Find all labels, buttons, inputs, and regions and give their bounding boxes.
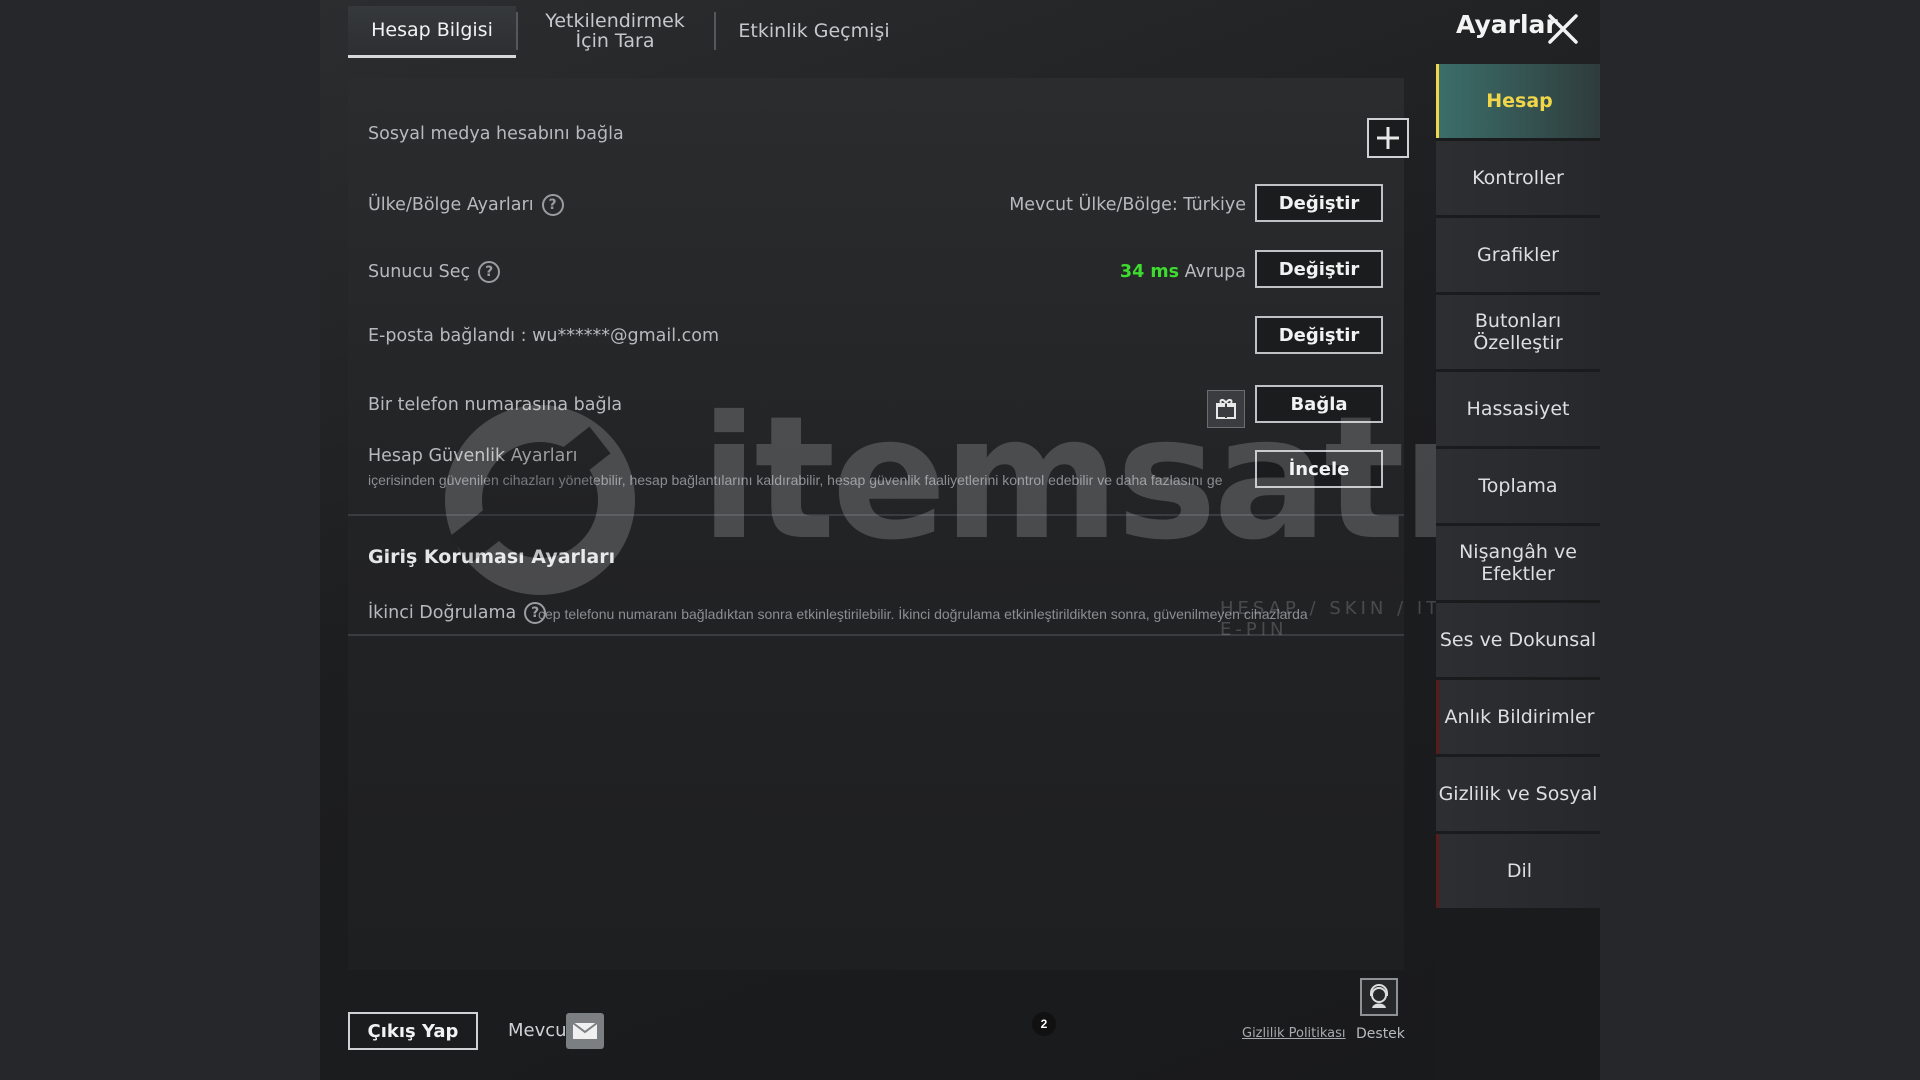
tab-scan-authorize[interactable]: Yetkilendirmek İçin Tara: [516, 6, 714, 58]
gift-icon[interactable]: [1207, 390, 1245, 428]
section-divider: [348, 634, 1404, 636]
nav-item-sensitivity[interactable]: Hassasiyet: [1436, 372, 1600, 446]
nav-item-controls[interactable]: Kontroller: [1436, 141, 1600, 215]
support-icon[interactable]: [1360, 978, 1398, 1016]
second-verify-row: İkinci Doğrulama?: [368, 602, 547, 624]
nav-item-audio-haptics[interactable]: Ses ve Dokunsal: [1436, 603, 1600, 677]
right-backdrop: [1600, 0, 1920, 1080]
second-verify-desc: cep telefonu numaranı bağladıktan sonra …: [538, 606, 1308, 622]
region-settings-row: Ülke/Bölge Ayarları?: [368, 194, 564, 216]
nav-item-privacy-social[interactable]: Gizlilik ve Sosyal: [1436, 757, 1600, 831]
nav-item-pickup[interactable]: Toplama: [1436, 449, 1600, 523]
settings-nav: Hesap Kontroller Grafikler Butonları Öze…: [1436, 64, 1600, 1080]
tab-account-info[interactable]: Hesap Bilgisi: [348, 6, 516, 58]
second-verify-label: İkinci Doğrulama: [368, 603, 517, 623]
security-settings-desc: içerisinden güvenilen cihazları yönetebi…: [368, 472, 1223, 488]
tab-divider: [516, 12, 518, 50]
review-security-button[interactable]: İncele: [1255, 450, 1383, 488]
help-icon[interactable]: ?: [478, 261, 501, 283]
close-icon[interactable]: [1546, 12, 1580, 46]
server-status: 34 ms Avrupa: [1120, 262, 1246, 282]
nav-item-notifications[interactable]: Anlık Bildirimler: [1436, 680, 1600, 754]
nav-item-customize-buttons[interactable]: Butonları Özelleştir: [1436, 295, 1600, 369]
logout-button[interactable]: Çıkış Yap: [348, 1012, 478, 1050]
help-icon[interactable]: ?: [541, 194, 564, 216]
nav-item-account[interactable]: Hesap: [1436, 64, 1600, 138]
mevcut-label: Mevcut: [508, 1020, 574, 1041]
server-region: Avrupa: [1184, 262, 1246, 282]
phone-bind-label: Bir telefon numarasına bağla: [368, 395, 623, 415]
change-server-button[interactable]: Değiştir: [1255, 250, 1383, 288]
account-panel: Sosyal medya hesabını bağla Ülke/Bölge A…: [348, 78, 1409, 970]
server-label: Sunucu Seç: [368, 262, 471, 282]
left-backdrop: [0, 0, 320, 1080]
social-link-label: Sosyal medya hesabını bağla: [368, 124, 624, 144]
security-settings-label: Hesap Güvenlik Ayarları: [368, 446, 578, 466]
tab-activity-history[interactable]: Etkinlik Geçmişi: [714, 6, 914, 58]
login-protection-heading: Giriş Koruması Ayarları: [368, 546, 616, 568]
privacy-policy-link[interactable]: Gizlilik Politikası: [1242, 1026, 1346, 1041]
nav-item-language[interactable]: Dil: [1436, 834, 1600, 908]
support-label: Destek: [1356, 1026, 1405, 1042]
change-region-button[interactable]: Değiştir: [1255, 184, 1383, 222]
bind-phone-button[interactable]: Bağla: [1255, 385, 1383, 423]
server-select-row: Sunucu Seç?: [368, 261, 501, 283]
add-social-button[interactable]: [1367, 118, 1409, 158]
mail-icon[interactable]: [566, 1013, 604, 1049]
plus-icon: [1377, 127, 1399, 149]
change-email-button[interactable]: Değiştir: [1255, 316, 1383, 354]
nav-item-crosshair-effects[interactable]: Nişangâh ve Efektler: [1436, 526, 1600, 600]
nav-item-graphics[interactable]: Grafikler: [1436, 218, 1600, 292]
settings-title: Ayarlar: [1456, 10, 1558, 39]
region-label: Ülke/Bölge Ayarları: [368, 195, 534, 215]
section-divider: [348, 514, 1404, 516]
email-bound-label: E-posta bağlandı : wu******@gmail.com: [368, 326, 720, 346]
server-ping: 34 ms: [1119, 262, 1179, 282]
notification-badge: 2: [1032, 1012, 1056, 1036]
current-region-text: Mevcut Ülke/Bölge: Türkiye: [1009, 195, 1246, 215]
settings-window: Hesap Bilgisi Yetkilendirmek İçin Tara E…: [320, 0, 1600, 1080]
